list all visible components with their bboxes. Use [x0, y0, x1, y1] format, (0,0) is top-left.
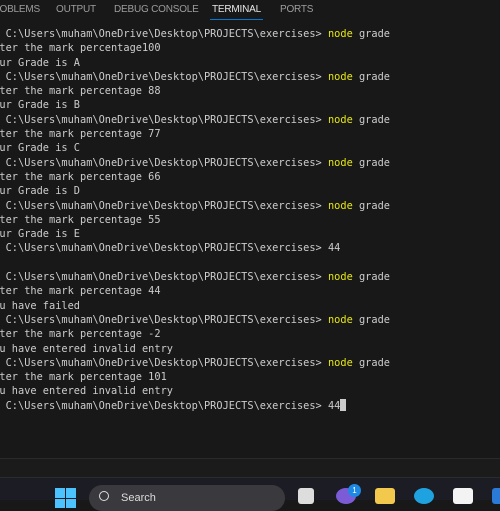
tab-terminal[interactable]: TERMINAL — [210, 4, 263, 20]
terminal-output[interactable]: PS C:\Users\muham\OneDrive\Desktop\PROJE… — [0, 27, 390, 413]
terminal-line: PS C:\Users\muham\OneDrive\Desktop\PROJE… — [0, 70, 390, 84]
terminal-line: Enter the mark percentage 44 — [0, 284, 390, 298]
tab-problems[interactable]: PROBLEMS — [0, 4, 40, 15]
input-text: 44 — [327, 242, 341, 255]
command-text: node grade — [327, 356, 390, 369]
prompt: PS C:\Users\muham\OneDrive\Desktop\PROJE… — [0, 156, 328, 169]
prompt: PS C:\Users\muham\OneDrive\Desktop\PROJE… — [0, 271, 328, 284]
store-icon[interactable] — [453, 488, 473, 504]
terminal-line: You have entered invalid entry — [0, 342, 390, 356]
output-text: Enter the mark percentage 55 — [0, 213, 161, 226]
output-text: Enter the mark percentage -2 — [0, 328, 161, 341]
command-text: node grade — [327, 271, 390, 284]
windows-start-icon[interactable] — [55, 488, 76, 508]
output-text: You have entered invalid entry — [0, 385, 173, 398]
output-text: Enter the mark percentage 101 — [0, 371, 167, 384]
output-text: Your Grade is A — [0, 56, 80, 69]
terminal-line: Enter the mark percentage 101 — [0, 370, 390, 384]
panel-tabs: PROBLEMS OUTPUT DEBUG CONSOLE TERMINAL P… — [0, 0, 500, 22]
terminal-line: PS C:\Users\muham\OneDrive\Desktop\PROJE… — [0, 199, 390, 213]
terminal-line: Enter the mark percentage100 — [0, 41, 390, 55]
search-placeholder: Search — [121, 492, 156, 504]
tab-output[interactable]: OUTPUT — [56, 4, 96, 15]
command-text: node grade — [327, 156, 390, 169]
prompt: PS C:\Users\muham\OneDrive\Desktop\PROJE… — [0, 313, 328, 326]
output-text: You have failed — [0, 299, 80, 312]
taskbar: Search 1 — [0, 477, 500, 511]
command-text: node grade — [327, 199, 390, 212]
terminal-line: PS C:\Users\muham\OneDrive\Desktop\PROJE… — [0, 313, 390, 327]
terminal-line: Your Grade is B — [0, 98, 390, 112]
prompt: PS C:\Users\muham\OneDrive\Desktop\PROJE… — [0, 356, 328, 369]
terminal-line: PS C:\Users\muham\OneDrive\Desktop\PROJE… — [0, 156, 390, 170]
terminal-line: Enter the mark percentage -2 — [0, 327, 390, 341]
output-text: Enter the mark percentage 88 — [0, 85, 161, 98]
output-text: Your Grade is B — [0, 99, 80, 112]
output-text: Your Grade is C — [0, 142, 80, 155]
terminal-line: Enter the mark percentage 77 — [0, 127, 390, 141]
notification-badge: 1 — [348, 484, 361, 497]
output-text: Your Grade is E — [0, 228, 80, 241]
command-text: node grade — [327, 313, 390, 326]
task-view-icon[interactable] — [298, 488, 314, 504]
status-strip — [0, 458, 500, 477]
terminal-line: You have entered invalid entry — [0, 384, 390, 398]
output-text: Your Grade is D — [0, 185, 80, 198]
prompt: PS C:\Users\muham\OneDrive\Desktop\PROJE… — [0, 28, 328, 40]
output-text: Enter the mark percentage 44 — [0, 285, 161, 298]
tab-ports[interactable]: PORTS — [280, 4, 313, 15]
terminal-line: PS C:\Users\muham\OneDrive\Desktop\PROJE… — [0, 113, 390, 127]
terminal-line: PS C:\Users\muham\OneDrive\Desktop\PROJE… — [0, 356, 390, 370]
taskbar-search[interactable]: Search — [89, 485, 285, 511]
prompt: PS C:\Users\muham\OneDrive\Desktop\PROJE… — [0, 199, 328, 212]
terminal-line: Enter the mark percentage 66 — [0, 170, 390, 184]
command-text: node grade — [327, 70, 390, 83]
prompt: PS C:\Users\muham\OneDrive\Desktop\PROJE… — [0, 113, 328, 126]
output-text: Enter the mark percentage100 — [0, 42, 161, 55]
terminal-line: Your Grade is D — [0, 184, 390, 198]
terminal-cursor — [340, 398, 347, 411]
output-text: Enter the mark percentage 77 — [0, 128, 161, 141]
edge-browser-icon[interactable] — [414, 488, 434, 504]
output-text: You have entered invalid entry — [0, 342, 173, 355]
tab-debug-console[interactable]: DEBUG CONSOLE — [114, 4, 199, 15]
command-text: node grade — [327, 28, 390, 40]
file-explorer-icon[interactable] — [375, 488, 395, 504]
output-text: Enter the mark percentage 66 — [0, 170, 161, 183]
terminal-line: Your Grade is C — [0, 141, 390, 155]
command-text: node grade — [327, 113, 390, 126]
terminal-line: Enter the mark percentage 88 — [0, 84, 390, 98]
terminal-line: PS C:\Users\muham\OneDrive\Desktop\PROJE… — [0, 270, 390, 284]
terminal-line: Your Grade is E — [0, 227, 390, 241]
terminal-line: PS C:\Users\muham\OneDrive\Desktop\PROJE… — [0, 241, 390, 255]
terminal-line: PS C:\Users\muham\OneDrive\Desktop\PROJE… — [0, 27, 390, 41]
prompt: PS C:\Users\muham\OneDrive\Desktop\PROJE… — [0, 242, 328, 255]
prompt: PS C:\Users\muham\OneDrive\Desktop\PROJE… — [0, 399, 328, 412]
terminal-line: Your Grade is A — [0, 56, 390, 70]
input-text: 44 — [327, 399, 341, 412]
prompt: PS C:\Users\muham\OneDrive\Desktop\PROJE… — [0, 70, 328, 83]
terminal-line: You have failed — [0, 299, 390, 313]
terminal-line: PS C:\Users\muham\OneDrive\Desktop\PROJE… — [0, 398, 390, 413]
terminal-line: Enter the mark percentage 55 — [0, 213, 390, 227]
app-icon[interactable] — [492, 488, 500, 504]
